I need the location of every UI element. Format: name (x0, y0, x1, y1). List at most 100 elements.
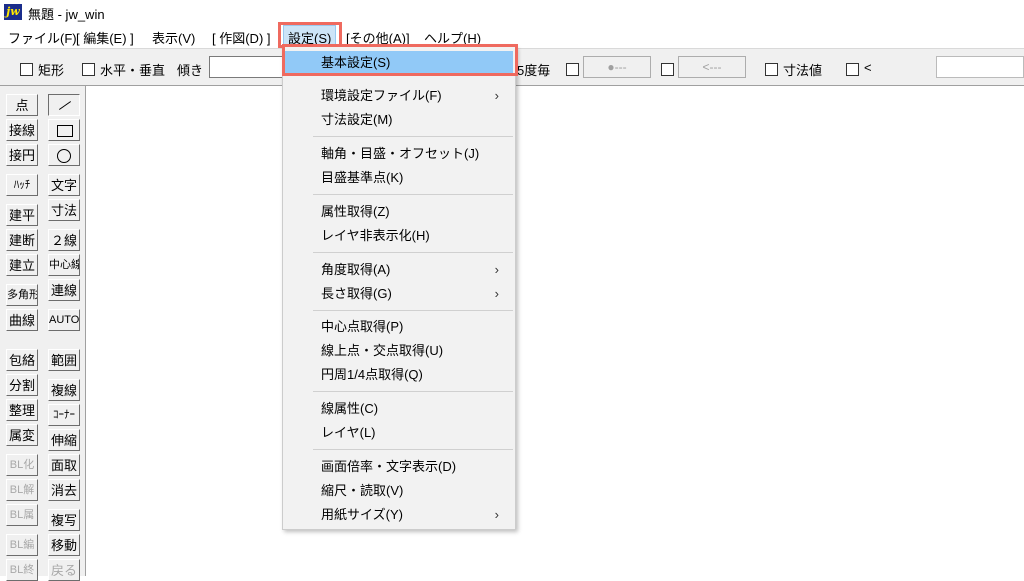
chevron-right-icon: › (494, 262, 499, 277)
menu-item-label: 縮尺・読取(V) (321, 483, 404, 498)
tool-stretch[interactable]: 伸縮 (48, 429, 80, 451)
rect-checkbox[interactable] (20, 63, 33, 76)
drawing-canvas[interactable] (86, 86, 1024, 576)
tool-bl-create[interactable]: BL化 (6, 454, 38, 476)
menu-item-basic-settings[interactable]: 基本設定(S) (285, 51, 513, 75)
tool-continuous-line[interactable]: 連線 (48, 279, 80, 301)
hv-checkbox[interactable] (82, 63, 95, 76)
menu-draw[interactable]: [ 作図(D) ] (212, 28, 271, 47)
tool-envelope[interactable]: 包絡 (6, 349, 38, 371)
menu-item-get-quadrant[interactable]: 円周1/4点取得(Q) (285, 363, 513, 387)
deg15-label: 5度毎 (517, 63, 551, 78)
tool-arrange[interactable]: 整理 (6, 399, 38, 421)
menu-item-label: 角度取得(A) (321, 262, 391, 277)
menu-separator (313, 310, 513, 311)
lt-checkbox[interactable] (846, 63, 859, 76)
menu-item-dimension-settings[interactable]: 寸法設定(M) (285, 108, 513, 132)
menu-item-scale-origin[interactable]: 目盛基準点(K) (285, 166, 513, 190)
tool-sidebar: 点 接線 接円 ﾊｯﾁ 建平 建断 建立 多角形 曲線 包絡 分割 整理 属変 … (0, 86, 86, 581)
chevron-right-icon: › (494, 88, 499, 103)
tool-dimension[interactable]: 寸法 (48, 199, 80, 221)
dim-checkbox[interactable] (765, 63, 778, 76)
menu-help[interactable]: ヘルプ(H) (424, 28, 481, 47)
menu-item-scale-read[interactable]: 縮尺・読取(V) (285, 479, 513, 503)
menu-edit[interactable]: [ 編集(E) ] (76, 28, 134, 47)
tool-move[interactable]: 移動 (48, 534, 80, 556)
settings-dropdown: 基本設定(S) 環境設定ファイル(F) › 寸法設定(M) 軸角・目盛・オフセット… (282, 46, 516, 530)
tool-chamfer[interactable]: 面取 (48, 454, 80, 476)
menu-item-hide-layer[interactable]: レイヤ非表示化(H) (285, 224, 513, 248)
tilt-input[interactable] (209, 56, 283, 78)
arrow-checkbox[interactable] (661, 63, 674, 76)
menu-item-label: 画面倍率・文字表示(D) (321, 459, 457, 474)
tool-bl-attr[interactable]: BL属 (6, 504, 38, 526)
tool-polygon[interactable]: 多角形 (6, 284, 38, 306)
tool-tangent-circle[interactable]: 接円 (6, 144, 38, 166)
menu-item-paper-size[interactable]: 用紙サイズ(Y) › (285, 503, 513, 527)
tool-section[interactable]: 建断 (6, 229, 38, 251)
menu-separator (313, 391, 513, 392)
menu-item-get-attribute[interactable]: 属性取得(Z) (285, 200, 513, 224)
tool-double-line[interactable]: ２線 (48, 229, 80, 251)
menu-item-get-angle[interactable]: 角度取得(A) › (285, 258, 513, 282)
menu-item-axis-scale-offset[interactable]: 軸角・目盛・オフセット(J) (285, 142, 513, 166)
tool-erase[interactable]: 消去 (48, 479, 80, 501)
toolbar-right-field (936, 56, 1024, 78)
chevron-right-icon: › (494, 507, 499, 522)
menu-item-label: レイヤ非表示化(H) (321, 228, 430, 243)
menu-item-line-attribute[interactable]: 線属性(C) (285, 397, 513, 421)
title-bar: jw 無題 - jw_win (0, 0, 1024, 24)
tool-bl-edit[interactable]: BL編 (6, 534, 38, 556)
menu-item-label: 円周1/4点取得(Q) (321, 367, 423, 382)
menu-separator (313, 252, 513, 253)
menu-separator (313, 449, 513, 450)
dim-label: 寸法値 (783, 63, 823, 78)
tool-copy[interactable]: 複写 (48, 509, 80, 531)
dot-checkbox[interactable] (566, 63, 579, 76)
menu-item-label: 用紙サイズ(Y) (321, 507, 403, 522)
tool-attr-change[interactable]: 属変 (6, 424, 38, 446)
menu-item-get-center[interactable]: 中心点取得(P) (285, 315, 513, 339)
tool-tangent[interactable]: 接線 (6, 119, 38, 141)
tool-curve[interactable]: 曲線 (6, 309, 38, 331)
tilt-label: 傾き (177, 63, 204, 78)
tool-corner[interactable]: ｺｰﾅｰ (48, 404, 80, 426)
menu-item-label: 線属性(C) (321, 401, 379, 416)
menu-item-zoom-text-display[interactable]: 画面倍率・文字表示(D) (285, 455, 513, 479)
tool-hatch[interactable]: ﾊｯﾁ (6, 174, 38, 196)
circle-icon (57, 149, 71, 163)
dot-line-button[interactable]: ●--- (583, 56, 651, 78)
tool-circle[interactable] (48, 144, 80, 166)
menu-other[interactable]: [その他(A)] (346, 28, 410, 47)
menu-item-env-file[interactable]: 環境設定ファイル(F) › (285, 84, 513, 108)
hv-label: 水平・垂直 (100, 63, 166, 78)
menu-view[interactable]: 表示(V) (152, 28, 195, 47)
lt-label: < (864, 60, 872, 75)
tool-elevation[interactable]: 建立 (6, 254, 38, 276)
rectangle-icon (57, 125, 73, 137)
arrow-line-button[interactable]: <--- (678, 56, 746, 78)
tool-bl-end[interactable]: BL終 (6, 559, 38, 581)
menu-bar: ファイル(F) [ 編集(E) ] 表示(V) [ 作図(D) ] 設定(S) … (0, 24, 1024, 50)
tool-point[interactable]: 点 (6, 94, 38, 116)
menu-item-label: 環境設定ファイル(F) (321, 88, 442, 103)
tool-undo[interactable]: 戻る (48, 559, 80, 581)
tool-rectangle[interactable] (48, 119, 80, 141)
menu-item-get-length[interactable]: 長さ取得(G) › (285, 282, 513, 306)
tool-auto[interactable]: AUTO (48, 309, 80, 331)
menu-file[interactable]: ファイル(F) (8, 28, 77, 47)
tool-offset[interactable]: 複線 (48, 379, 80, 401)
tool-line[interactable] (48, 94, 80, 116)
jw-app-icon[interactable]: jw (4, 4, 22, 20)
tool-bl-explode[interactable]: BL解 (6, 479, 38, 501)
tool-divide[interactable]: 分割 (6, 374, 38, 396)
tool-text[interactable]: 文字 (48, 174, 80, 196)
tool-range[interactable]: 範囲 (48, 349, 80, 371)
tool-center-line[interactable]: 中心線 (48, 254, 80, 276)
menu-item-label: 目盛基準点(K) (321, 170, 404, 185)
tool-plan[interactable]: 建平 (6, 204, 38, 226)
menu-item-layer[interactable]: レイヤ(L) (285, 421, 513, 445)
line-icon (58, 101, 72, 110)
menu-item-label: 長さ取得(G) (321, 286, 392, 301)
menu-item-get-intersection[interactable]: 線上点・交点取得(U) (285, 339, 513, 363)
